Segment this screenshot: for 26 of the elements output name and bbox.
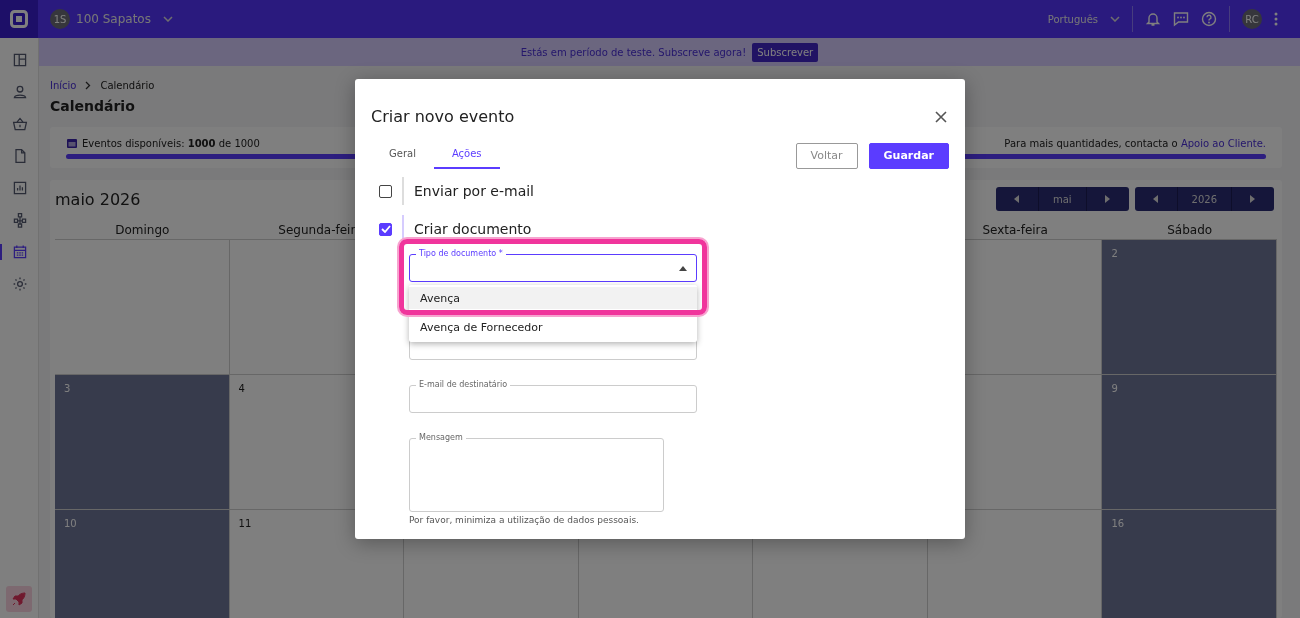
field-label: Tipo de documento * [416, 249, 506, 259]
day-number: 10 [64, 518, 77, 529]
day-number: 4 [238, 383, 245, 394]
page-title: Calendário [50, 98, 136, 114]
privacy-hint: Por favor, minimiza a utilização de dados pessoais. [409, 515, 640, 525]
weekday-header: Sábado [1167, 223, 1213, 237]
year-value: 2026 [1176, 187, 1232, 211]
day-number: 11 [238, 518, 252, 529]
breadcrumb-current: Calendário [100, 80, 155, 91]
support-note: Para mais quantidades, contacta o Apoio ao Cliente. [1004, 137, 1266, 149]
month-title: maio 2026 [55, 189, 141, 209]
day-number: 9 [1111, 383, 1118, 394]
weekday-header: Segunda-feir [278, 223, 356, 237]
action-label: Enviar por e-mail [414, 183, 534, 199]
field-label: Mensagem [416, 433, 466, 443]
day-number: 3 [64, 383, 71, 394]
day-number: 16 [1111, 518, 1125, 529]
weekday-header: Sexta-feira [982, 223, 1048, 237]
trial-message: Estás em período de teste. Subscreve agora! [520, 46, 747, 58]
dialog-title: Criar novo evento [371, 107, 515, 126]
month-value: mai [1037, 187, 1087, 211]
weekday-header: Domingo [115, 223, 170, 237]
field-label: E-mail de destinatário [416, 380, 511, 390]
day-number: 2 [1111, 248, 1118, 259]
events-available-text: Eventos disponíveis: 1000 de 1000 [82, 137, 260, 149]
action-label: Criar documento [414, 221, 532, 237]
